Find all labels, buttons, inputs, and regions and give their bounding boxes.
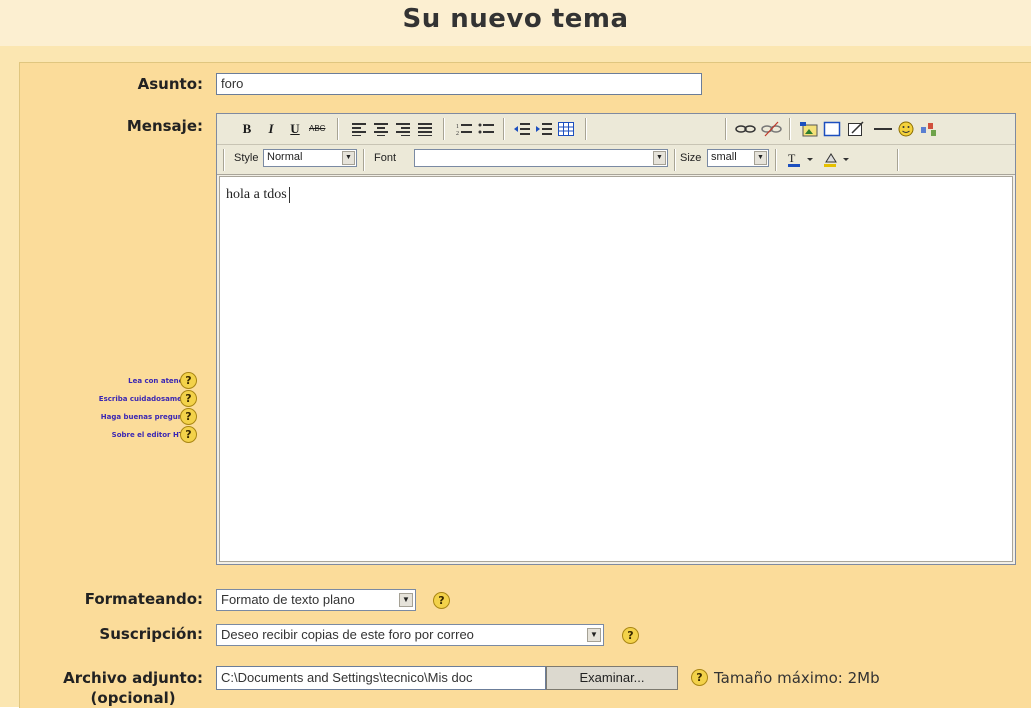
smiley-icon[interactable]	[897, 120, 915, 138]
bold-button[interactable]: B	[239, 120, 255, 138]
align-left-icon[interactable]	[350, 120, 368, 138]
attachment-label: Archivo adjunto: (opcional)	[63, 668, 203, 708]
help-icon[interactable]: ?	[180, 408, 197, 425]
asunto-input[interactable]: foro	[216, 73, 702, 95]
mensaje-label: Mensaje:	[126, 117, 203, 135]
insert-link-icon[interactable]	[735, 120, 757, 138]
help-icon[interactable]: ?	[180, 390, 197, 407]
toolbar-separator	[775, 149, 777, 171]
editor-toolbar-font: Style Normal ▼ Font ▼ Size small ▼ T	[217, 145, 1015, 175]
browse-button[interactable]: Examinar...	[546, 666, 678, 690]
font-select[interactable]: ▼	[414, 149, 668, 167]
dropdown-arrow-icon: ▼	[653, 151, 666, 165]
attachment-label-line2: (opcional)	[90, 689, 176, 707]
justify-icon[interactable]	[416, 120, 434, 138]
italic-button[interactable]: I	[263, 120, 279, 138]
style-select-value: Normal	[267, 151, 303, 163]
horizontal-rule-icon[interactable]	[873, 120, 893, 138]
dropdown-arrow-icon: ▼	[754, 151, 767, 165]
size-select[interactable]: small ▼	[707, 149, 769, 167]
toolbar-separator	[725, 118, 727, 140]
insert-image-icon[interactable]	[799, 120, 819, 138]
help-icon[interactable]: ?	[622, 627, 639, 644]
dropdown-arrow-icon: ▼	[399, 593, 413, 607]
toolbar-separator	[897, 149, 899, 171]
dropdown-arrow-icon: ▼	[342, 151, 355, 165]
toolbar-separator	[363, 149, 365, 171]
help-icon[interactable]: ?	[691, 669, 708, 686]
align-center-icon[interactable]	[372, 120, 390, 138]
suscripcion-label: Suscripción:	[99, 625, 203, 643]
toolbar-separator	[337, 118, 339, 140]
strikethrough-button[interactable]: ABC	[309, 120, 325, 138]
text-color-icon[interactable]: T	[787, 150, 817, 168]
table-icon[interactable]	[557, 120, 575, 138]
dropdown-arrow-icon: ▼	[587, 628, 601, 642]
toolbar-separator	[443, 118, 445, 140]
size-label: Size	[680, 152, 702, 164]
background-color-icon[interactable]	[823, 150, 853, 168]
help-icon[interactable]: ?	[433, 592, 450, 609]
style-select[interactable]: Normal ▼	[263, 149, 357, 167]
unlink-icon[interactable]	[761, 120, 783, 138]
svg-text:T: T	[788, 151, 796, 165]
edit-source-icon[interactable]	[847, 120, 867, 138]
format-select[interactable]: Formato de texto plano ▼	[216, 589, 416, 611]
align-right-icon[interactable]	[394, 120, 412, 138]
help-icon[interactable]: ?	[180, 426, 197, 443]
subscription-select[interactable]: Deseo recibir copias de este foro por co…	[216, 624, 604, 646]
toolbar-separator	[789, 118, 791, 140]
numbered-list-icon[interactable]: 12	[455, 120, 473, 138]
toolbar-separator	[674, 149, 676, 171]
asunto-label: Asunto:	[137, 75, 203, 93]
special-chars-icon[interactable]	[919, 120, 939, 138]
toolbar-separator	[223, 149, 225, 171]
toolbar-separator	[503, 118, 505, 140]
text-caret	[288, 187, 290, 203]
svg-text:1: 1	[456, 124, 459, 130]
outdent-icon[interactable]	[513, 120, 531, 138]
underline-button[interactable]: U	[287, 120, 303, 138]
svg-text:2: 2	[456, 131, 459, 137]
editor-content-area[interactable]: hola a tdos	[219, 176, 1013, 562]
style-label: Style	[234, 152, 259, 164]
page-title: Su nuevo tema	[0, 0, 1031, 46]
format-select-value: Formato de texto plano	[221, 592, 355, 607]
subscription-select-value: Deseo recibir copias de este foro por co…	[221, 627, 474, 642]
help-icon[interactable]: ?	[180, 372, 197, 389]
toolbar-separator	[585, 118, 587, 140]
formateando-label: Formateando:	[84, 590, 203, 608]
attachment-path-input[interactable]: C:\Documents and Settings\tecnico\Mis do…	[216, 666, 546, 690]
bullet-list-icon[interactable]	[477, 120, 495, 138]
editor-toolbar-format: B I U ABC 12	[217, 114, 1015, 145]
page: Su nuevo tema Asunto: foro Mensaje: B I …	[0, 0, 1031, 708]
insert-frame-icon[interactable]	[823, 120, 841, 138]
size-select-value: small	[711, 151, 737, 163]
editor-content-text: hola a tdos	[226, 187, 287, 203]
indent-icon[interactable]	[535, 120, 553, 138]
html-editor: B I U ABC 12 Style Normal ▼ Font ▼ Size …	[216, 113, 1016, 565]
max-size-text: Tamaño máximo: 2Mb	[714, 669, 880, 687]
attachment-label-line1: Archivo adjunto:	[63, 669, 203, 687]
font-label: Font	[374, 152, 397, 164]
